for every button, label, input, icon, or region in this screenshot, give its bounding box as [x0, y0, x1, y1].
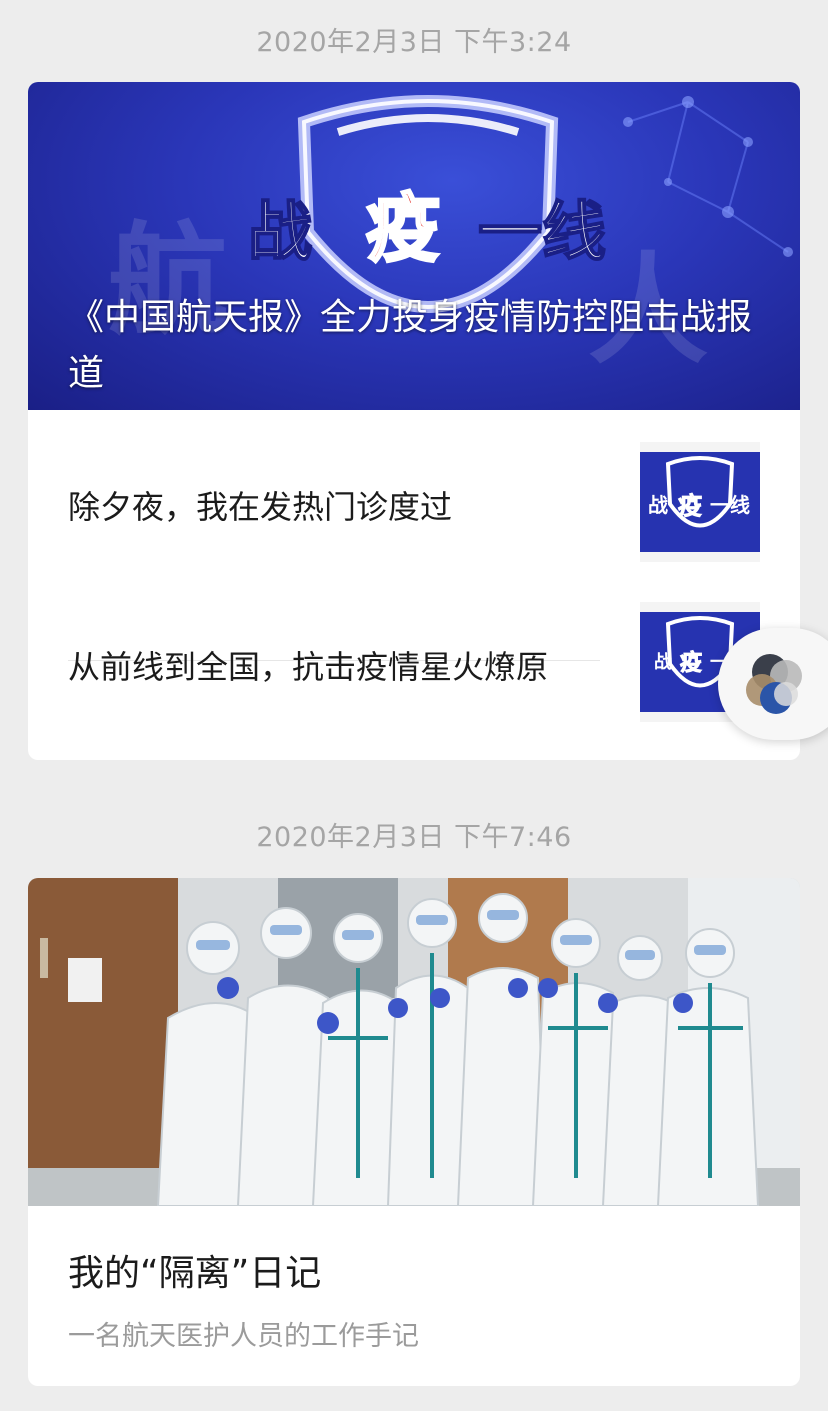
article-title: 除夕夜，我在发热门诊度过 [68, 488, 453, 526]
banner-text-left: 战 [248, 196, 312, 270]
banner-text-right: 一线 [478, 196, 606, 270]
article-list-item[interactable]: 除夕夜，我在发热门诊度过 战 疫 一线 [28, 422, 800, 582]
banner-text-red: 疫 [366, 186, 440, 272]
message-timestamp: 2020年2月3日 下午3:24 [256, 27, 572, 58]
svg-text:战: 战 [648, 493, 668, 517]
svg-text:疫: 疫 [678, 492, 702, 520]
article-list-item[interactable]: 从前线到全国，抗击疫情星火燎原 战 疫 一 [28, 582, 800, 742]
svg-text:战: 战 [654, 652, 672, 673]
floating-assistant-button[interactable] [718, 628, 828, 740]
article-title: 从前线到全国，抗击疫情星火燎原 [68, 648, 549, 686]
article-title: 我的“隔离”日记 [68, 1253, 322, 1294]
article-card-multi: 航 人 战 疫 一线 《中国航天报》全力投身疫情防控阻击战报道 除夕夜，我在发热… [28, 82, 800, 760]
hero-article-title: 《中国航天报》全力投身疫情防控阻击战报道 [68, 297, 753, 394]
article-thumbnail: 战 疫 一线 [640, 442, 760, 562]
svg-text:一线: 一线 [710, 493, 750, 517]
message-timestamp: 2020年2月3日 下午7:46 [256, 822, 572, 853]
svg-text:疫: 疫 [680, 650, 702, 676]
article-card-single[interactable]: 我的“隔离”日记 一名航天医护人员的工作手记 [28, 878, 800, 1386]
article-digest: 一名航天医护人员的工作手记 [68, 1321, 419, 1352]
chat-feed: 2020年2月3日 下午3:24 航 人 战 疫 一线 《中国航天报》全力投身疫… [0, 0, 828, 1411]
multi-circle-assistant-icon [746, 654, 802, 714]
cover-photo-medical-team [28, 878, 800, 1206]
hero-article[interactable]: 航 人 战 疫 一线 《中国航天报》全力投身疫情防控阻击战报道 [28, 82, 800, 410]
